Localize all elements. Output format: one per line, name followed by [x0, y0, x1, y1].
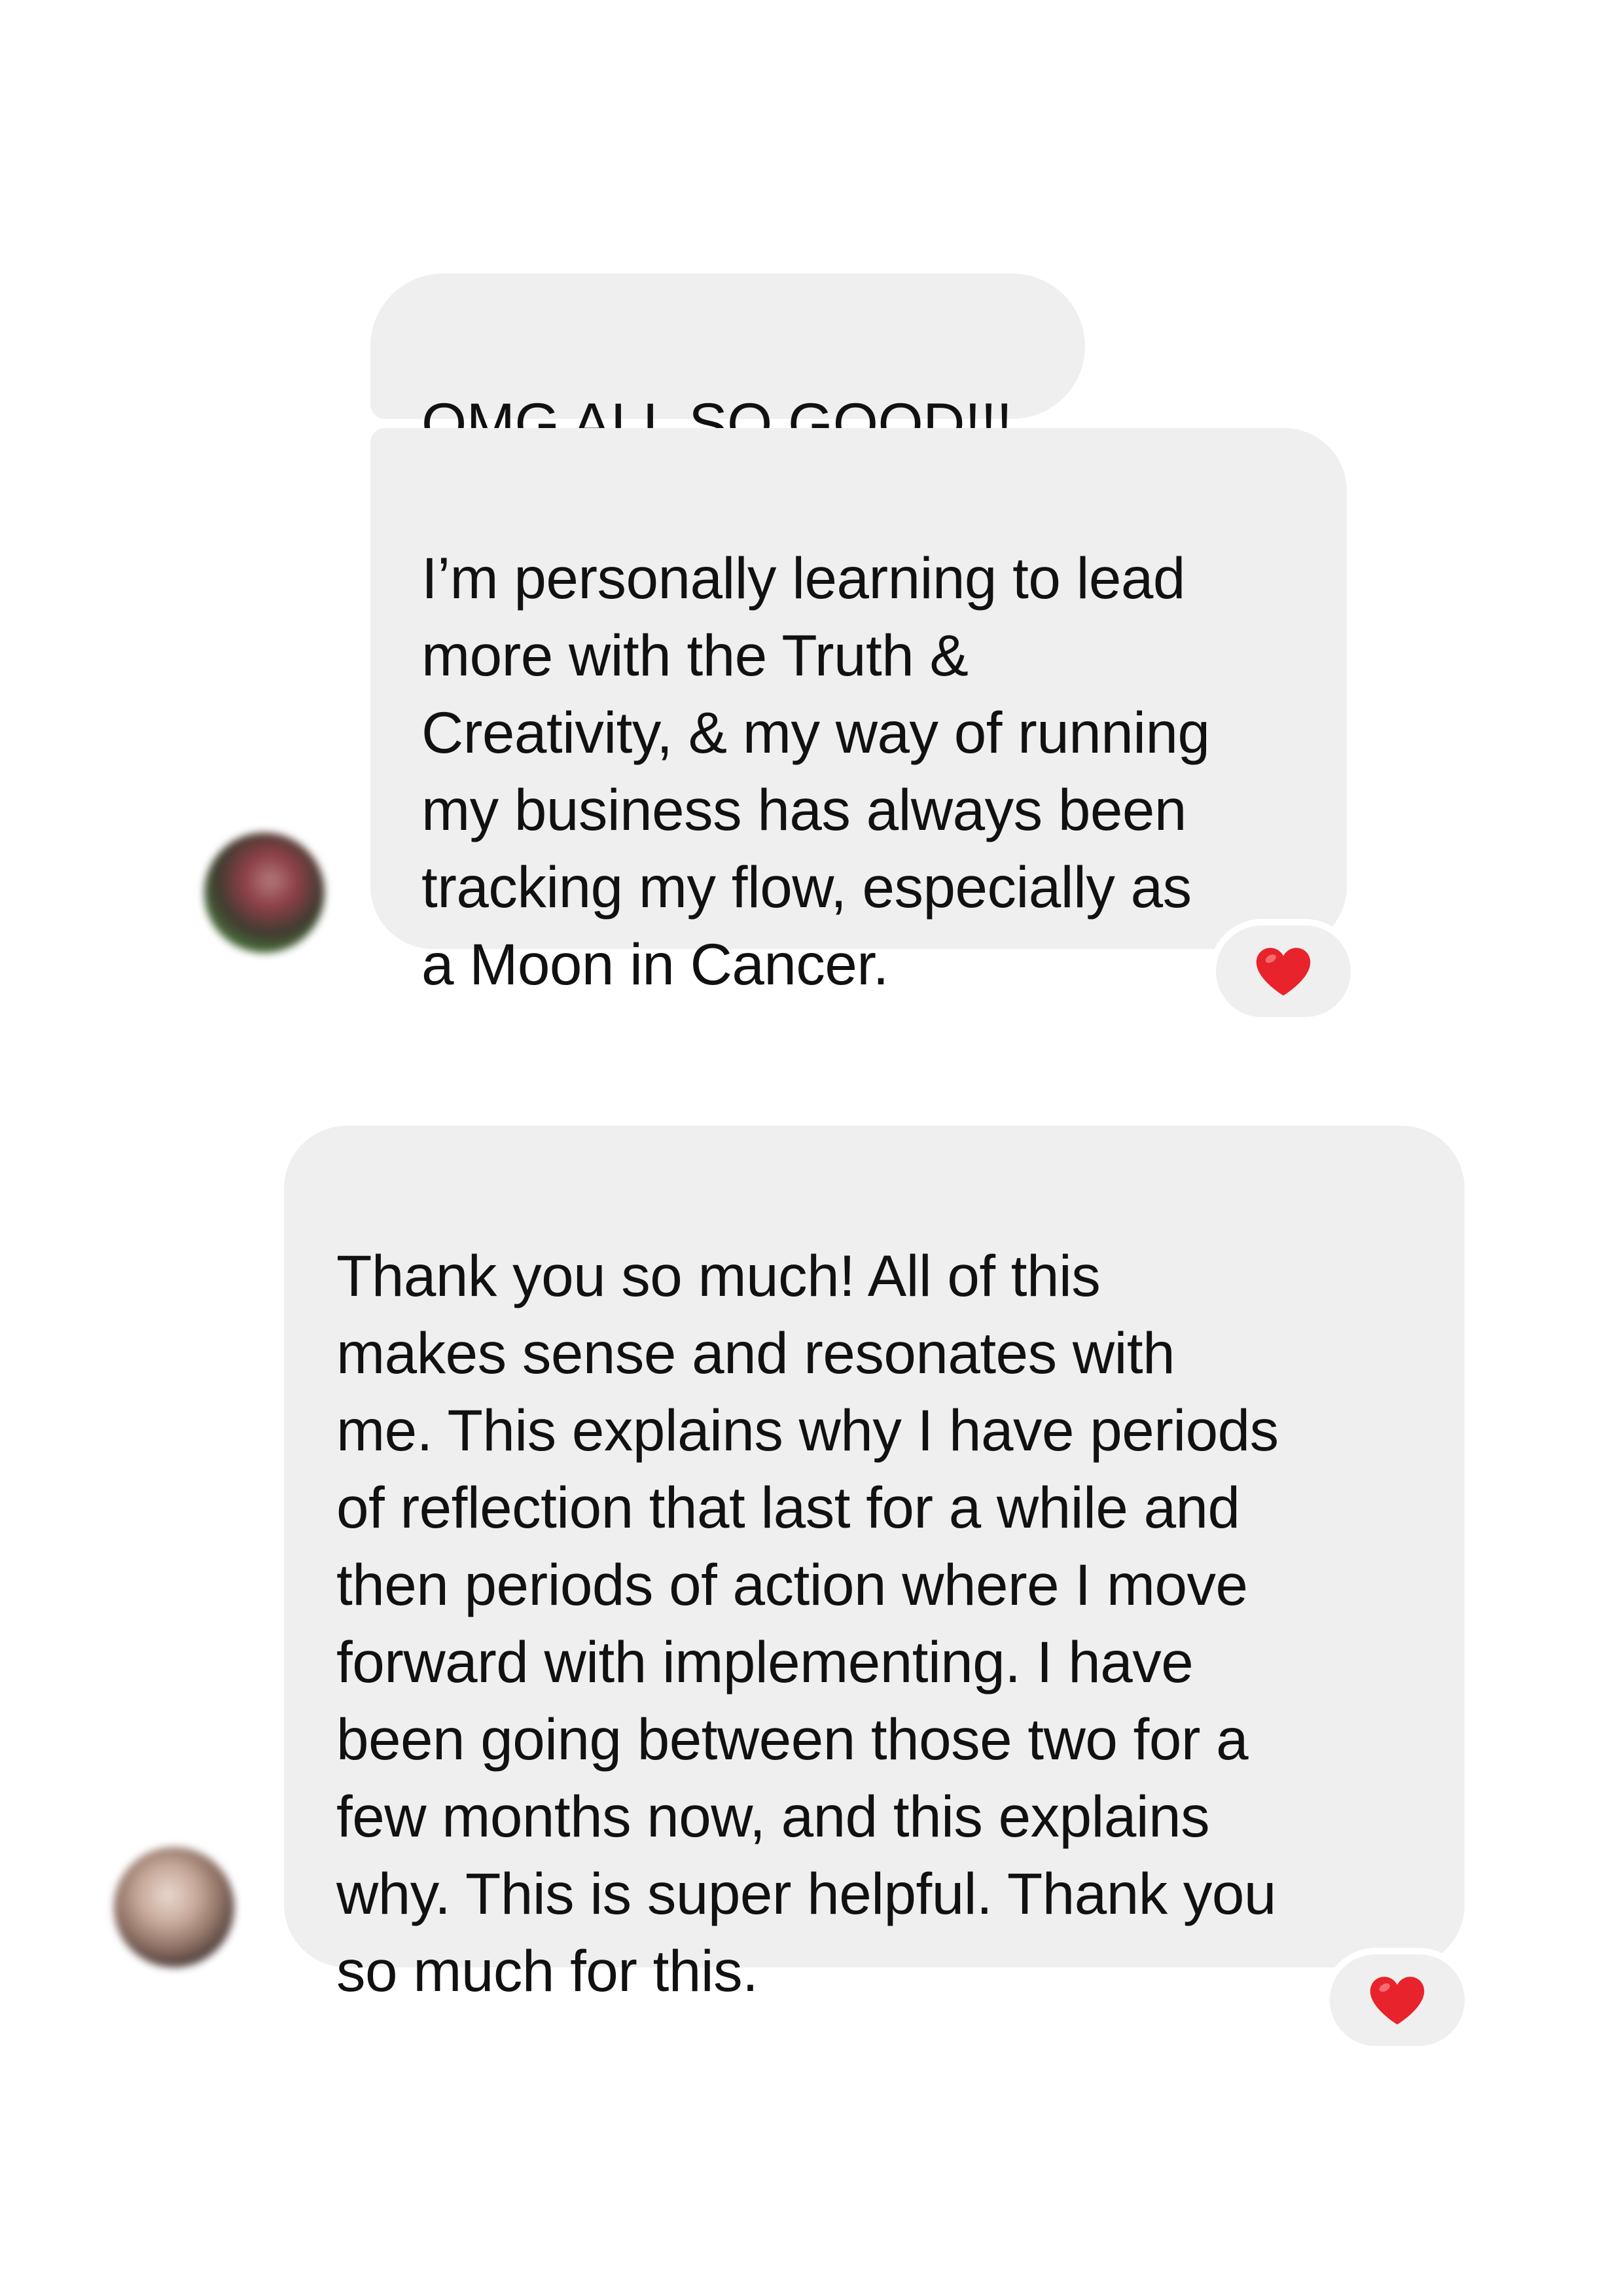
heart-icon — [1370, 1977, 1425, 2025]
message-bubble[interactable]: Thank you so much! All of this makes sen… — [284, 1126, 1465, 2003]
sender-avatar[interactable] — [114, 1847, 234, 1967]
message-bubble[interactable]: I’m personally learning to lead more wit… — [370, 428, 1347, 997]
sender-avatar[interactable] — [204, 833, 325, 953]
message-text: Thank you so much! All of this makes sen… — [336, 1243, 1279, 2003]
heart-icon — [1256, 948, 1311, 996]
reaction-badge[interactable] — [1323, 1948, 1471, 2053]
reaction-badge[interactable] — [1209, 919, 1357, 1024]
message-text: I’m personally learning to lead more wit… — [421, 545, 1210, 997]
message-bubble[interactable]: OMG ALL SO GOOD!!! — [370, 274, 1085, 456]
